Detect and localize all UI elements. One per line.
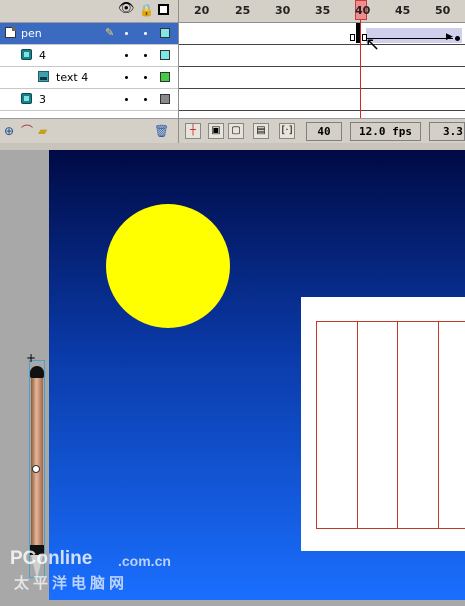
lock-icon[interactable]: 🔒 <box>139 3 154 17</box>
watermark-domain: .com.cn <box>118 553 171 569</box>
frame-row-4[interactable] <box>179 45 465 67</box>
layer-row-3[interactable]: 3 <box>0 89 178 111</box>
lock-dot-icon[interactable] <box>144 54 147 57</box>
tween-arrowhead-icon: ▶ <box>446 32 453 42</box>
insert-folder-icon[interactable]: ▰ <box>38 124 47 138</box>
onion-skin-icon[interactable]: ▣ <box>208 123 224 139</box>
frame-ruler[interactable]: 20 25 30 35 40 45 50 <box>179 0 465 23</box>
add-motion-guide-icon[interactable]: ⌒ <box>21 124 33 138</box>
outline-color-swatch[interactable] <box>160 94 170 104</box>
ruler-number: 35 <box>315 4 331 17</box>
pencil-icon: ✎ <box>105 26 115 39</box>
frame-row-text-4[interactable] <box>179 67 465 89</box>
eye-icon[interactable]: 👁 <box>118 2 135 16</box>
ruler-number: 40 <box>355 4 371 17</box>
visibility-dot-icon[interactable] <box>125 98 128 101</box>
visibility-dot-icon[interactable] <box>125 76 128 79</box>
paper-divider-line <box>357 321 358 529</box>
modify-onion-markers-icon[interactable]: [·] <box>279 123 295 139</box>
frame-row-3[interactable] <box>179 89 465 111</box>
layer-label: 3 <box>39 93 46 106</box>
text-layer-icon <box>38 71 49 82</box>
registration-point-icon[interactable] <box>32 465 40 473</box>
layers-panel: 👁 🔒 pen ✎ 4 text 4 3 ⊕ ⌒ ▰ 🗑 <box>0 0 179 144</box>
timeline-panel: 20 25 30 35 40 45 50 ▶ ↖ ┼ ▣ ▢ ▤ [·] 40 … <box>179 0 465 144</box>
layer-row-text-4[interactable]: text 4 <box>0 67 178 89</box>
watermark-brand: PConline <box>10 548 93 569</box>
layer-row-pen[interactable]: pen ✎ <box>0 23 178 45</box>
onion-skin-outlines-icon[interactable]: ▢ <box>228 123 244 139</box>
layers-toolbar: ⊕ ⌒ ▰ 🗑 <box>0 118 178 144</box>
outline-color-swatch[interactable] <box>160 50 170 60</box>
frame-rate-field[interactable]: 12.0 fps <box>350 122 421 141</box>
center-frame-icon[interactable]: ┼ <box>185 123 201 139</box>
layer-label: 4 <box>39 49 46 62</box>
visibility-dot-icon[interactable] <box>125 32 128 35</box>
insert-layer-icon[interactable]: ⊕ <box>4 124 14 138</box>
watermark-chinese: 太平洋电脑网 <box>14 574 129 592</box>
current-frame-field: 40 <box>306 122 342 141</box>
layers-header: 👁 🔒 <box>0 0 178 23</box>
layer-page-icon <box>5 27 16 38</box>
ruler-number: 20 <box>194 4 210 17</box>
outline-color-swatch[interactable] <box>160 28 170 38</box>
lock-dot-icon[interactable] <box>144 98 147 101</box>
paper-divider-line <box>397 321 398 529</box>
keyframe-end-dot[interactable] <box>455 36 460 41</box>
ruler-number: 50 <box>435 4 451 17</box>
folder-icon <box>21 93 32 104</box>
pen-shape[interactable] <box>31 375 43 550</box>
empty-keyframe[interactable] <box>350 34 355 41</box>
folder-icon <box>21 49 32 60</box>
outline-square-icon[interactable] <box>158 4 169 15</box>
elapsed-time-field: 3.3 <box>429 122 465 141</box>
timeline-toolbar: ┼ ▣ ▢ ▤ [·] 40 12.0 fps 3.3 <box>179 118 465 144</box>
moon-shape[interactable] <box>106 204 230 328</box>
ruler-number: 45 <box>395 4 411 17</box>
pen-cap <box>30 366 44 378</box>
layer-label: text 4 <box>56 71 89 84</box>
layer-label: pen <box>21 27 42 40</box>
ruler-number: 30 <box>275 4 291 17</box>
crosshair-icon: + <box>26 351 37 365</box>
edit-multiple-frames-icon[interactable]: ▤ <box>253 123 269 139</box>
stage-separator <box>0 143 465 150</box>
outline-color-swatch[interactable] <box>160 72 170 82</box>
paper-ruled-frame <box>316 321 465 529</box>
mouse-pointer-icon: ↖ <box>365 34 381 55</box>
lock-dot-icon[interactable] <box>144 76 147 79</box>
lock-dot-icon[interactable] <box>144 32 147 35</box>
layer-row-4[interactable]: 4 <box>0 45 178 67</box>
visibility-dot-icon[interactable] <box>125 54 128 57</box>
playhead-line <box>360 20 361 118</box>
ruler-number: 25 <box>235 4 251 17</box>
paper-divider-line <box>438 321 439 529</box>
trash-icon[interactable]: 🗑 <box>154 124 169 138</box>
